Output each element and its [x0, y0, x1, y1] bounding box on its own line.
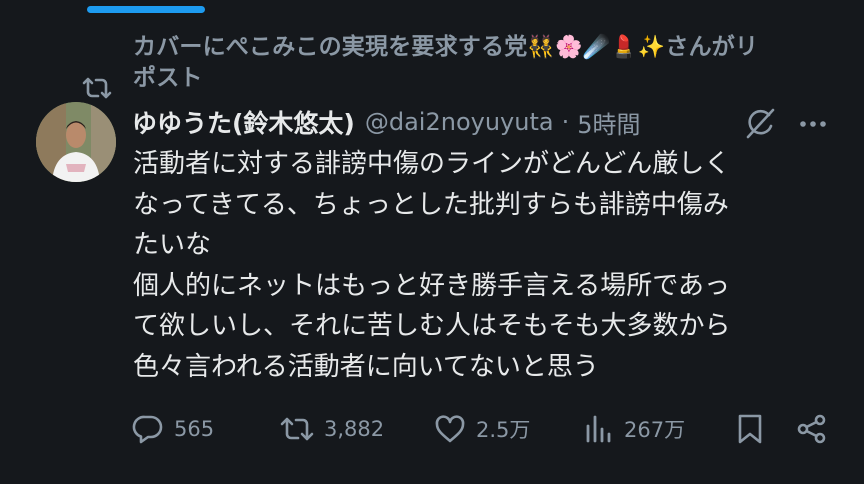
- share-button[interactable]: [796, 405, 828, 453]
- tweet-line: て欲しいし、それに苦しむ人はそもそも大多数から: [133, 311, 731, 341]
- repost-suffix: さんがリ: [665, 34, 759, 60]
- more-icon[interactable]: [797, 110, 829, 138]
- repost-icon: [280, 417, 314, 441]
- like-button[interactable]: 2.5万: [434, 405, 530, 453]
- tweet-header: ゆゆうた(鈴木悠太) @dai2noyuyuta · 5時間: [132, 104, 832, 140]
- heart-icon: [435, 415, 465, 443]
- tweet-line: たいな: [133, 230, 212, 260]
- reply-button[interactable]: 565: [132, 405, 214, 453]
- avatar[interactable]: [36, 102, 116, 182]
- grok-icon[interactable]: [743, 106, 777, 140]
- share-icon: [797, 414, 826, 444]
- reply-icon: [132, 415, 163, 444]
- repost-account-name: カバーにぺこみこの実現を要求する党: [133, 34, 528, 60]
- tweet-line: 色々言われる活動者に向いてないと思う: [133, 351, 599, 382]
- repost-emoji: 👯🌸☄️💄✨: [527, 35, 666, 60]
- repost-button[interactable]: 3,882: [280, 405, 384, 453]
- display-name[interactable]: ゆゆうた(鈴木悠太): [132, 104, 355, 140]
- bookmark-button[interactable]: [736, 405, 764, 453]
- repost-count: 3,882: [324, 417, 385, 441]
- views-button[interactable]: 267万: [584, 405, 685, 453]
- action-bar: 565 3,882 2.5万 267万: [0, 405, 864, 453]
- timestamp[interactable]: 5時間: [577, 105, 640, 140]
- avatar-photo: [36, 102, 116, 182]
- tweet-screen: カバーにぺこみこの実現を要求する党👯🌸☄️💄✨さんがリ ポスト ゆゆうた(鈴木悠…: [0, 0, 864, 484]
- views-count: 267万: [624, 418, 686, 442]
- separator-dot: ·: [561, 108, 570, 136]
- bookmark-icon: [738, 414, 762, 444]
- tweet-line: 活動者に対する誹謗中傷のラインがどんどん厳しく: [133, 149, 731, 179]
- repost-icon: [82, 77, 112, 99]
- views-icon: [586, 415, 611, 443]
- like-count: 2.5万: [476, 418, 531, 442]
- tab-indicator: [87, 6, 205, 13]
- tweet-text: 活動者に対する誹謗中傷のラインがどんどん厳しく なってきてる、ちょっとした批判す…: [133, 144, 833, 387]
- repost-suffix-cont: ポスト: [133, 65, 203, 91]
- repost-label[interactable]: カバーにぺこみこの実現を要求する党👯🌸☄️💄✨さんがリ ポスト: [133, 32, 833, 93]
- user-handle[interactable]: @dai2noyuyuta: [365, 108, 554, 136]
- tweet-line: 個人的にネットはもっと好き勝手言える場所であっ: [133, 270, 730, 301]
- tweet-line: なってきてる、ちょっとした批判すらも誹謗中傷み: [133, 189, 729, 220]
- reply-count: 565: [174, 417, 215, 441]
